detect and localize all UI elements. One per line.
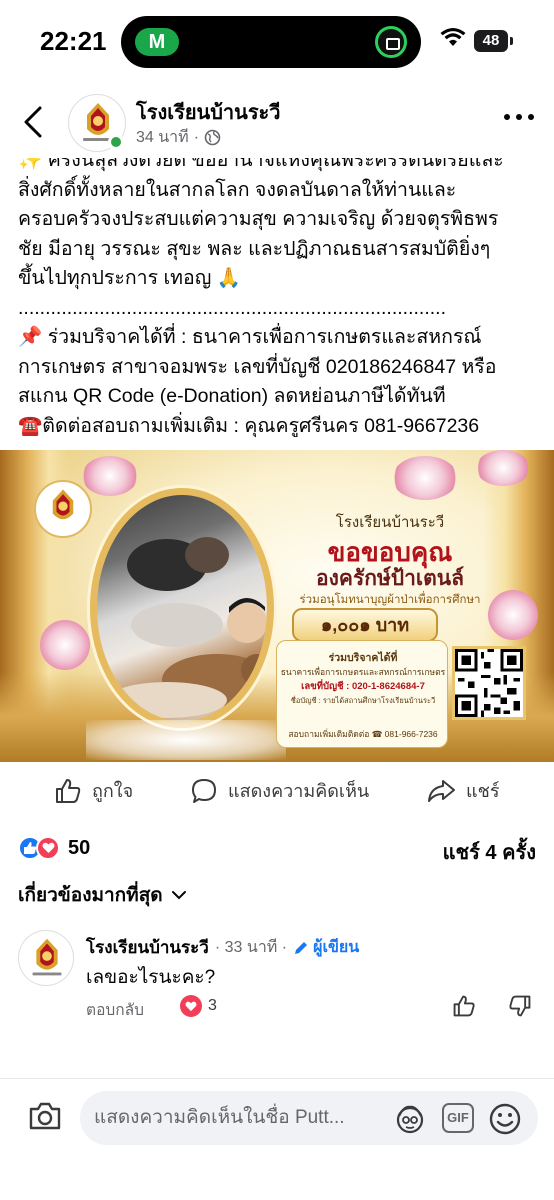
camera-icon[interactable] <box>28 1101 62 1131</box>
sort-label: เกี่ยวข้องมากที่สุด <box>18 885 163 906</box>
comment-sort-dropdown[interactable]: เกี่ยวข้องมากที่สุด <box>18 880 187 910</box>
post-divider: ........................................… <box>18 296 447 319</box>
battery-indicator: 48 <box>474 30 513 52</box>
post-meta: 34 นาที · <box>136 125 221 150</box>
comment-author[interactable]: โรงเรียนบ้านระวี <box>86 934 209 961</box>
back-icon[interactable] <box>18 102 50 142</box>
online-status-dot <box>108 134 124 150</box>
avatar-sticker-icon[interactable] <box>394 1103 426 1135</box>
banner-purpose: ร่วมอนุโมทนาบุญผ้าป่าเพื่อการศึกษา <box>299 594 481 606</box>
comment-reactions[interactable]: 3 <box>180 995 217 1017</box>
author-badge: ผู้เขียน <box>293 935 359 960</box>
share-label: แชร์ <box>466 781 500 801</box>
love-reaction-icon <box>36 836 60 860</box>
banner-school-name: โรงเรียนบ้านระวี <box>335 514 445 531</box>
post-donate-line: การเกษตร สาขาจอมพระ เลขที่บัญชี 02018624… <box>18 355 497 378</box>
status-time: 22:21 <box>40 26 107 56</box>
post-line: ขึ้นไปทุกประการ เทอญ 🙏 <box>18 267 242 289</box>
post-line: สิ่งศักดิ์ทั้งหลายในสากลโลก จงดลบันดาลให… <box>18 178 457 201</box>
donor-photo <box>90 488 274 728</box>
school-emblem-icon <box>32 938 62 976</box>
comment-header: โรงเรียนบ้านระวี · 33 นาที · ผู้เขียน <box>86 934 359 961</box>
reply-button[interactable]: ตอบกลับ <box>86 997 144 1022</box>
banner-box-account: เลขที่บัญชี : 020-1-8624684-7 <box>301 681 425 692</box>
page-name[interactable]: โรงเรียนบ้านระวี <box>136 96 281 128</box>
comment-avatar[interactable] <box>18 930 74 986</box>
island-app-icon: M <box>135 28 179 56</box>
post-text: ✨ ครั้งนี้ลุล่วงด้วยดี ขออำนาจแห่งคุณพระ… <box>18 158 538 444</box>
post-contact-line: ☎️ติดต่อสอบถามเพิ่มเติม : คุณครูศรีนคร 0… <box>18 414 480 437</box>
reaction-summary[interactable]: 50 <box>18 834 90 862</box>
dynamic-island: M <box>121 16 421 68</box>
banner-school-logo <box>34 480 92 538</box>
author-badge-label: ผู้เขียน <box>313 939 360 956</box>
wifi-icon <box>440 28 466 46</box>
post-donate-line: 📌 ร่วมบริจาคได้ที่ : ธนาคารเพื่อการเกษตร… <box>18 326 482 348</box>
post-donate-line: สแกน QR Code (e-Donation) ลดหย่อนภาษีได้… <box>18 385 446 407</box>
shares-count[interactable]: แชร์ 4 ครั้ง <box>443 836 536 868</box>
share-arrow-icon <box>428 779 455 802</box>
flower-decoration <box>82 456 138 496</box>
emoji-icon[interactable] <box>488 1102 522 1136</box>
banner-box-bank: ธนาคารเพื่อการเกษตรและสหกรณ์การเกษตร <box>280 667 446 677</box>
school-emblem-icon <box>52 489 74 520</box>
qr-code <box>452 646 526 720</box>
comment-input[interactable] <box>94 1103 390 1133</box>
comment-reaction-count: 3 <box>208 997 217 1014</box>
banner-amount: ๑,๐๐๑ บาท <box>292 608 438 642</box>
upvote-icon[interactable] <box>452 994 476 1018</box>
gif-button[interactable]: GIF <box>442 1103 474 1133</box>
flower-decoration <box>392 456 458 500</box>
comment-bubble-icon <box>192 778 216 803</box>
globe-icon <box>204 129 221 146</box>
chevron-down-icon <box>171 891 186 900</box>
cloud-decoration <box>86 720 286 760</box>
like-button[interactable]: ถูกใจ <box>54 776 133 805</box>
banner-donation-box: ร่วมบริจาคได้ที่ ธนาคารเพื่อการเกษตรและส… <box>276 640 448 748</box>
comment-time: · 33 นาที · <box>214 939 288 956</box>
post-line-clipped: ✨ ครั้งนี้ลุล่วงด้วยดี ขออำนาจแห่งคุณพระ… <box>18 158 504 171</box>
banner-box-contact: สอบถามเพิ่มเติมติดต่อ ☎ 081-966-7236 <box>288 729 438 739</box>
post-actions: ถูกใจ แสดงความคิดเห็น แชร์ <box>0 770 554 814</box>
flower-decoration <box>40 620 90 670</box>
reactions-count: 50 <box>68 836 91 859</box>
comment-text: เลขอะไรนะคะ? <box>86 967 216 988</box>
share-button[interactable]: แชร์ <box>426 776 500 805</box>
comment-composer: GIF <box>80 1091 538 1145</box>
post-image[interactable]: โรงเรียนบ้านระวี ขอขอบคุณ องครักษ์ป้าเตน… <box>0 450 554 762</box>
more-options-icon[interactable] <box>504 112 534 122</box>
status-bar: 22:21 M 48 <box>0 0 554 84</box>
post-line: ครอบครัวจงประสบแต่ความสุข ความเจริญ ด้วย… <box>18 208 499 230</box>
banner-box-title: ร่วมบริจาคได้ที่ <box>328 652 398 664</box>
downvote-icon[interactable] <box>508 994 532 1018</box>
like-label: ถูกใจ <box>92 781 134 801</box>
love-reaction-icon <box>180 995 202 1017</box>
pencil-icon <box>295 941 308 954</box>
post-line: ชัย มีอายุ วรรณะ สุขะ พละ และปฏิภาณธนสาร… <box>18 237 491 260</box>
comment-composer-bar: GIF <box>0 1078 554 1200</box>
banner-box-account-name: ชื่อบัญชี : รายได้สถานศึกษาโรงเรียนบ้านร… <box>290 696 436 705</box>
qr-code-pattern <box>455 649 523 717</box>
meta-separator: · <box>193 128 200 146</box>
flower-decoration <box>476 450 530 486</box>
thumbs-up-icon <box>56 778 81 803</box>
comment-button[interactable]: แสดงความคิดเห็น <box>190 776 369 805</box>
post-header: โรงเรียนบ้านระวี 34 นาที · <box>0 88 554 158</box>
comment-label: แสดงความคิดเห็น <box>228 781 370 801</box>
post-time: 34 นาที <box>136 129 189 146</box>
island-activity-icon <box>375 26 407 58</box>
